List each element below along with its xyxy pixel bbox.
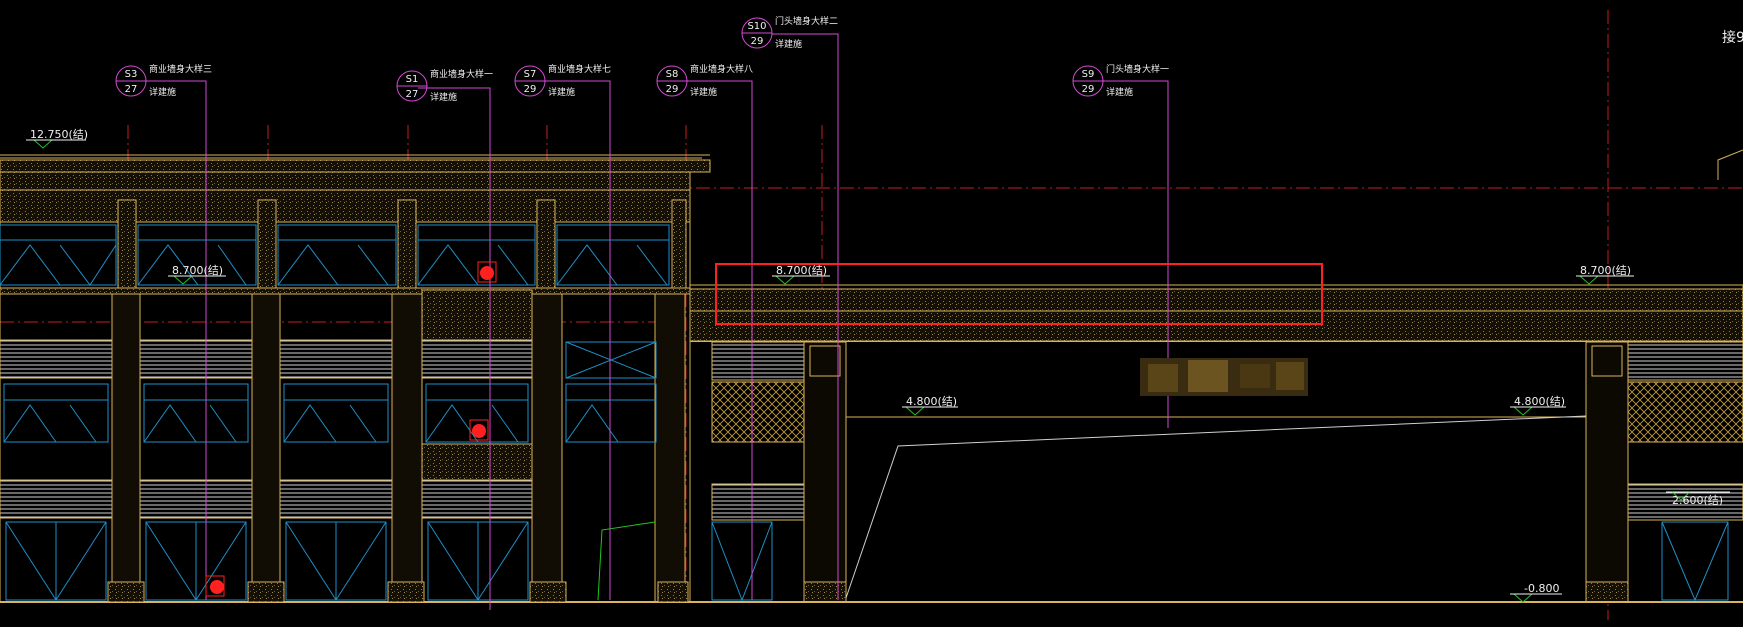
- level-text-8700-left: 8.700(结): [172, 264, 223, 277]
- level-marker-4800-left: 4.800(结): [902, 395, 958, 416]
- callout-s7-title: 商业墙身大样七: [548, 63, 611, 75]
- callout-s8-number: S8: [666, 69, 679, 80]
- callout-s7-number: S7: [524, 69, 537, 80]
- callout-s7-note: 详建施: [548, 86, 575, 98]
- callout-s3-number: S3: [125, 69, 138, 80]
- level-text-4800-right: 4.800(结): [1514, 395, 1565, 408]
- callout-s10-title: 门头墙身大样二: [775, 15, 838, 27]
- level-marker-4800-right: 4.800(结): [1510, 395, 1566, 416]
- callout-s10-sheet: 29: [751, 36, 764, 47]
- callout-s8-title: 商业墙身大样八: [690, 63, 753, 75]
- level-text-8700-mid: 8.700(结): [776, 264, 827, 277]
- callout-s8-note: 详建施: [690, 86, 717, 98]
- level-marker-minus0800: -0.800: [1510, 582, 1562, 603]
- callout-s7-sheet: 29: [524, 84, 537, 95]
- level-text-2600: 2.600(结): [1672, 494, 1723, 507]
- callout-s8-sheet: 29: [666, 84, 679, 95]
- level-text-4800-left: 4.800(结): [906, 395, 957, 408]
- level-marker-2600: 2.600(结): [1666, 491, 1730, 507]
- callout-s9-sheet: 29: [1082, 84, 1095, 95]
- callout-s9-note: 详建施: [1106, 86, 1133, 98]
- corner-label: 接9: [1722, 29, 1743, 46]
- callout-s9-title: 门头墙身大样一: [1106, 63, 1169, 75]
- callout-s3-title: 商业墙身大样三: [149, 63, 212, 75]
- callout-s10-number: S10: [747, 21, 766, 32]
- level-marker-8700-left: 8.700(结): [168, 264, 226, 285]
- level-marker-12750: 12.750(结): [26, 128, 88, 149]
- callout-s3-sheet: 27: [125, 84, 138, 95]
- cad-elevation-drawing[interactable]: S3 27 商业墙身大样三 详建施 S1 27 商业墙身大样一 详建施 S7 2…: [0, 0, 1743, 627]
- callout-s1-number: S1: [406, 74, 419, 85]
- callout-s1-sheet: 27: [406, 89, 419, 100]
- level-text-8700-right: 8.700(结): [1580, 264, 1631, 277]
- callout-s1-note: 详建施: [430, 91, 457, 103]
- level-marker-8700-mid: 8.700(结): [772, 264, 830, 285]
- callout-s10-note: 详建施: [775, 38, 802, 50]
- level-text-minus0800: -0.800: [1524, 582, 1559, 595]
- callout-s1-title: 商业墙身大样一: [430, 68, 493, 80]
- level-text-12750: 12.750(结): [30, 128, 88, 141]
- level-marker-8700-right: 8.700(结): [1576, 264, 1634, 285]
- blurred-signage: [1140, 358, 1308, 396]
- callout-s3-note: 详建施: [149, 86, 176, 98]
- callout-s9-number: S9: [1082, 69, 1095, 80]
- commercial-building-elevation: [0, 154, 711, 603]
